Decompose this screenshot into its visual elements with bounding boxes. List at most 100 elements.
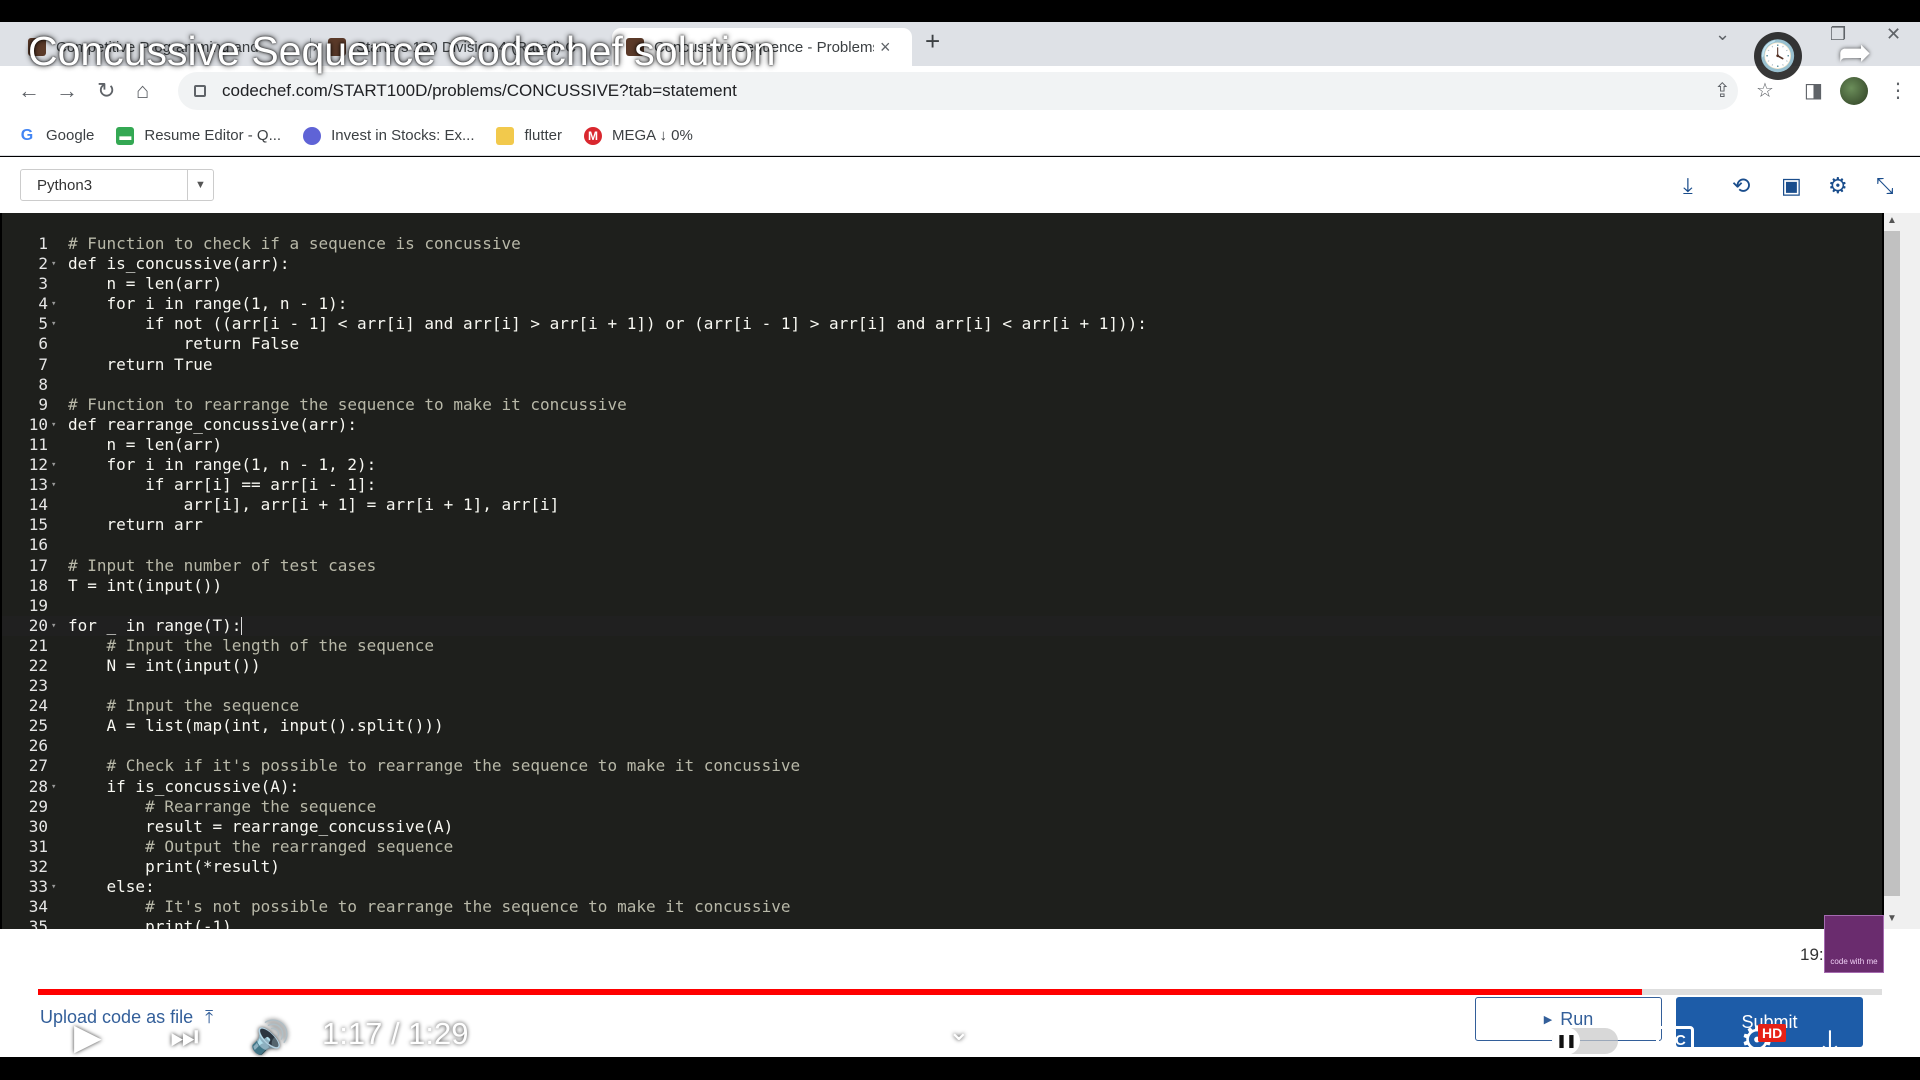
code-line[interactable]: 33 ▾ else:	[2, 877, 1882, 897]
code-line[interactable]: 6 return False	[2, 334, 1882, 354]
fold-arrow-icon[interactable]: ▾	[51, 314, 56, 334]
fold-arrow-icon[interactable]: ▾	[51, 455, 56, 475]
code-line[interactable]: 17 # Input the number of test cases	[2, 556, 1882, 576]
fold-arrow-icon[interactable]: ▾	[51, 294, 56, 314]
code-line[interactable]: 28 ▾ if is_concussive(A):	[2, 777, 1882, 797]
omnibox[interactable]: codechef.com/START100D/problems/CONCUSSI…	[178, 72, 1738, 110]
next-video-icon[interactable]: ⏭	[170, 1018, 199, 1056]
code-line[interactable]: 20 ▾ for _ in range(T):	[2, 615, 1882, 636]
chevron-down-icon[interactable]: ⌄	[948, 1016, 970, 1047]
code-line[interactable]: 10 ▾ def rearrange_concussive(arr):	[2, 415, 1882, 435]
code-line[interactable]: 27 # Check if it's possible to rearrange…	[2, 756, 1882, 776]
back-icon[interactable]: ←	[18, 78, 40, 104]
code-line[interactable]: 22 N = int(input())	[2, 656, 1882, 676]
save-icon[interactable]: ▣	[1781, 173, 1802, 199]
code-line[interactable]: 25 A = list(map(int, input().split()))	[2, 716, 1882, 736]
pause-icon: ❚❚	[1552, 1027, 1580, 1055]
side-panel-icon[interactable]: ◨	[1804, 78, 1823, 103]
code-line[interactable]: 8	[2, 375, 1882, 395]
fold-arrow-icon[interactable]: ▾	[51, 475, 56, 495]
code-line[interactable]: 24 # Input the sequence	[2, 696, 1882, 716]
collapse-editor-icon[interactable]: ⤡	[1876, 173, 1894, 199]
code-line[interactable]: 1 # Function to check if a sequence is co…	[2, 234, 1882, 254]
code-line[interactable]: 35 print(-1)	[2, 917, 1882, 929]
home-icon[interactable]: ⌂	[136, 78, 149, 104]
bookmark-mega[interactable]: M MEGA ↓ 0%	[584, 126, 693, 145]
settings-gear-icon[interactable]: ⚙	[1828, 173, 1848, 199]
code-line[interactable]: 9 # Function to rearrange the sequence to…	[2, 395, 1882, 415]
chevron-down-icon[interactable]: ▼	[187, 170, 213, 200]
channel-watermark[interactable]: code with me	[1824, 915, 1884, 973]
code-lines[interactable]: 1 # Function to check if a sequence is co…	[2, 234, 1882, 929]
reload-icon[interactable]: ↻	[97, 78, 115, 104]
scroll-up-icon[interactable]: ▲	[1887, 215, 1897, 226]
line-number: 18	[28, 575, 48, 595]
code-text: result = rearrange_concussive(A)	[68, 816, 454, 836]
editor-scrollbar[interactable]: ▲ ▼	[1884, 213, 1920, 929]
autoplay-toggle[interactable]: ❚❚	[1552, 1027, 1618, 1055]
bookmark-flutter[interactable]: flutter	[496, 126, 562, 145]
share-page-icon[interactable]: ⇪	[1714, 78, 1731, 103]
fold-arrow-icon[interactable]: ▾	[51, 616, 56, 636]
download-icon[interactable]: ⤓	[1683, 173, 1693, 199]
code-line[interactable]: 21 # Input the length of the sequence	[2, 636, 1882, 656]
share-arrow-icon[interactable]: ➦	[1838, 30, 1872, 76]
code-line[interactable]: 16	[2, 535, 1882, 555]
code-line[interactable]: 32 print(*result)	[2, 857, 1882, 877]
new-tab-icon[interactable]: +	[925, 26, 940, 57]
code-line[interactable]: 26	[2, 736, 1882, 756]
line-number: 29	[28, 796, 48, 816]
line-number: 15	[28, 515, 48, 535]
code-line[interactable]: 4 ▾ for i in range(1, n - 1):	[2, 294, 1882, 314]
fold-arrow-icon[interactable]: ▾	[51, 777, 56, 797]
code-line[interactable]: 3 n = len(arr)	[2, 274, 1882, 294]
bookmark-invest-stocks[interactable]: Invest in Stocks: Ex...	[303, 126, 474, 145]
code-text: if arr[i] == arr[i - 1]:	[68, 475, 377, 495]
volume-icon[interactable]: 🔊	[250, 1018, 290, 1056]
bookmark-star-icon[interactable]: ☆	[1756, 78, 1774, 103]
code-line[interactable]: 5 ▾ if not ((arr[i - 1] < arr[i] and arr[…	[2, 314, 1882, 334]
code-line[interactable]: 34 # It's not possible to rearrange the …	[2, 897, 1882, 917]
bookmark-resume-editor[interactable]: ▬ Resume Editor - Q...	[116, 126, 281, 145]
code-line[interactable]: 19	[2, 596, 1882, 616]
watch-later-clock-icon[interactable]: 🕓	[1754, 32, 1802, 80]
video-title[interactable]: Concussive Sequence Codechef solution	[28, 28, 776, 75]
code-line[interactable]: 2 ▾ def is_concussive(arr):	[2, 254, 1882, 274]
code-line[interactable]: 30 result = rearrange_concussive(A)	[2, 817, 1882, 837]
code-line[interactable]: 12 ▾ for i in range(1, n - 1, 2):	[2, 455, 1882, 475]
video-progress-bar[interactable]	[38, 989, 1882, 995]
fold-arrow-icon[interactable]: ▾	[51, 254, 56, 274]
code-line[interactable]: 23	[2, 676, 1882, 696]
language-select[interactable]: Python3 ▼	[20, 169, 214, 201]
line-number: 28	[28, 776, 48, 796]
tab-search-icon[interactable]: ⌄	[1715, 24, 1730, 45]
code-text: return False	[68, 334, 300, 354]
code-line[interactable]: 13 ▾ if arr[i] == arr[i - 1]:	[2, 475, 1882, 495]
close-window-icon[interactable]: ✕	[1886, 24, 1901, 45]
code-line[interactable]: 7 return True	[2, 355, 1882, 375]
profile-avatar[interactable]	[1840, 77, 1868, 105]
fold-arrow-icon[interactable]: ▾	[51, 877, 56, 897]
reset-code-icon[interactable]: ⟲	[1732, 173, 1750, 199]
play-icon[interactable]: ▶	[74, 1016, 102, 1058]
url-text[interactable]: codechef.com/START100D/problems/CONCUSSI…	[222, 81, 737, 101]
fold-arrow-icon[interactable]: ▾	[51, 415, 56, 435]
forward-icon[interactable]: →	[56, 78, 78, 104]
code-text: print(*result)	[68, 856, 280, 876]
captions-icon[interactable]: CC	[1656, 1026, 1694, 1054]
scrollbar-thumb[interactable]	[1884, 231, 1900, 896]
close-tab-icon[interactable]: ×	[880, 37, 891, 58]
code-editor[interactable]: 1 # Function to check if a sequence is co…	[2, 213, 1882, 929]
scroll-down-icon[interactable]: ▼	[1887, 913, 1897, 924]
code-line[interactable]: 11 n = len(arr)	[2, 435, 1882, 455]
code-line[interactable]: 31 # Output the rearranged sequence	[2, 837, 1882, 857]
code-line[interactable]: 14 arr[i], arr[i + 1] = arr[i + 1], arr[…	[2, 495, 1882, 515]
line-number: 9	[38, 394, 48, 414]
google-icon: G	[20, 126, 34, 144]
line-number: 32	[28, 856, 48, 876]
browser-menu-icon[interactable]: ⋮	[1888, 78, 1908, 103]
code-line[interactable]: 15 return arr	[2, 515, 1882, 535]
code-line[interactable]: 18 T = int(input())	[2, 576, 1882, 596]
bookmark-google[interactable]: G Google	[18, 126, 95, 145]
code-line[interactable]: 29 # Rearrange the sequence	[2, 797, 1882, 817]
